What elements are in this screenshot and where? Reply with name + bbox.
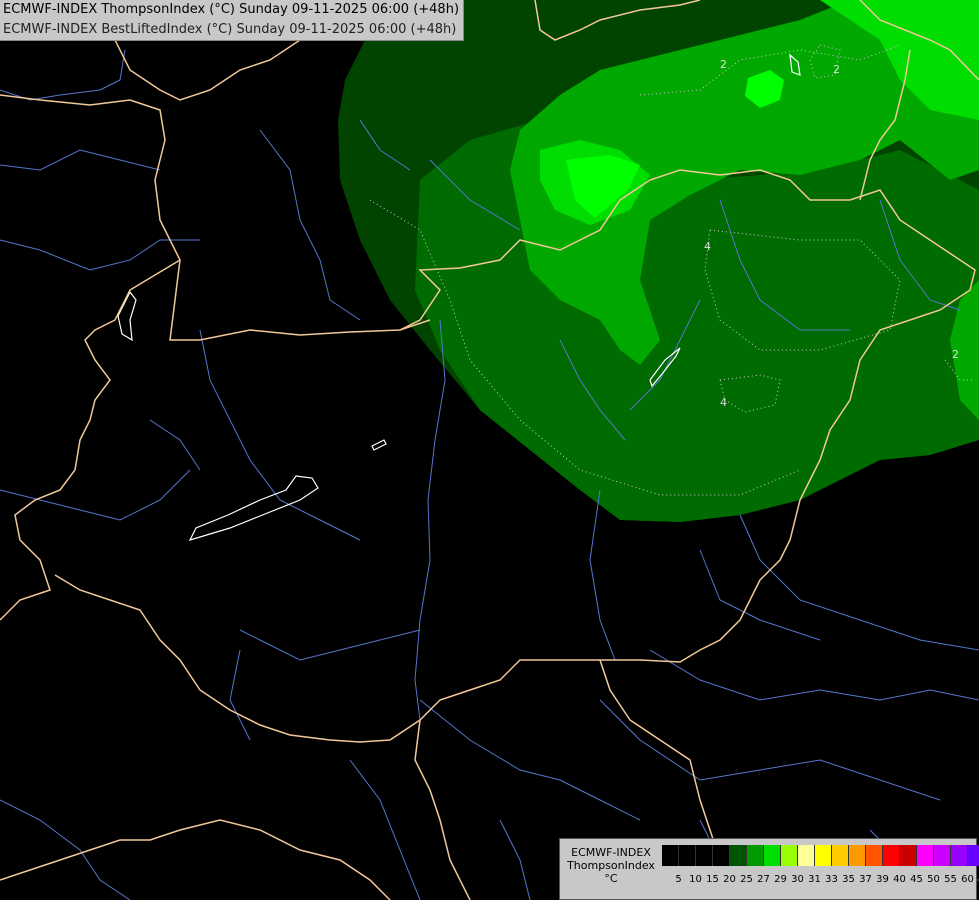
legend-tick-label: 35 xyxy=(842,874,855,885)
legend-unit: °C xyxy=(604,872,618,885)
legend-tick-label: 55 xyxy=(944,874,957,885)
title-line-2: ECMWF-INDEX BestLiftedIndex (°C) Sunday … xyxy=(3,22,457,37)
contour-label: 2 xyxy=(952,348,959,361)
legend-swatch xyxy=(662,845,679,866)
legend-tick-label: 20 xyxy=(723,874,736,885)
legend-tick-label: 10 xyxy=(689,874,702,885)
legend-swatch xyxy=(730,845,747,866)
legend-swatch xyxy=(764,845,781,866)
color-legend: ECMWF-INDEX ThompsonIndex °C 5 10 15 20 25 27… xyxy=(559,838,979,900)
contour-label: 2 xyxy=(833,63,840,76)
legend-line-1: ECMWF-INDEX xyxy=(571,846,651,859)
legend-tick-label: 15 xyxy=(706,874,719,885)
legend-tick-label: 30 xyxy=(791,874,804,885)
legend-swatch xyxy=(849,845,866,866)
legend-tick-label: 40 xyxy=(893,874,906,885)
legend-tick-label: 37 xyxy=(859,874,872,885)
legend-tick-label: 29 xyxy=(774,874,787,885)
legend-tick-label: 25 xyxy=(740,874,753,885)
contour-label: 4 xyxy=(720,396,727,409)
legend-ticks: 5 10 15 20 25 27 29 30 31 33 35 37 39 40 45 50 55 60 xyxy=(662,874,976,885)
legend-swatch xyxy=(679,845,696,866)
legend-swatch xyxy=(900,845,917,866)
title-line-1: ECMWF-INDEX ThompsonIndex (°C) Sunday 09… xyxy=(3,2,460,17)
legend-tick-label: 45 xyxy=(910,874,923,885)
legend-swatch xyxy=(781,845,798,866)
legend-line-2: ThompsonIndex xyxy=(567,859,655,872)
legend-tick-label: 39 xyxy=(876,874,889,885)
legend-swatch xyxy=(798,845,815,866)
legend-swatch xyxy=(883,845,900,866)
legend-tick-label: 27 xyxy=(757,874,770,885)
legend-label: ECMWF-INDEX ThompsonIndex °C xyxy=(564,846,658,885)
legend-swatch xyxy=(696,845,713,866)
contour-label: 2 xyxy=(720,58,727,71)
legend-tick-label: 33 xyxy=(825,874,838,885)
legend-swatches xyxy=(662,845,979,866)
contour-label: 4 xyxy=(704,240,711,253)
legend-swatch xyxy=(934,845,951,866)
weather-map: 2 2 4 4 2 xyxy=(0,0,979,900)
legend-swatch xyxy=(832,845,849,866)
legend-swatch xyxy=(815,845,832,866)
legend-tick-label: 60 xyxy=(961,874,974,885)
legend-swatch xyxy=(866,845,883,866)
legend-swatch xyxy=(951,845,968,866)
legend-swatch xyxy=(917,845,934,866)
legend-swatch xyxy=(968,845,979,866)
legend-swatch xyxy=(747,845,764,866)
legend-tick-label: 5 xyxy=(675,874,682,885)
map-title: ECMWF-INDEX ThompsonIndex (°C) Sunday 09… xyxy=(0,0,465,41)
legend-swatch xyxy=(713,845,730,866)
legend-tick-label: 50 xyxy=(927,874,940,885)
legend-tick-label: 31 xyxy=(808,874,821,885)
